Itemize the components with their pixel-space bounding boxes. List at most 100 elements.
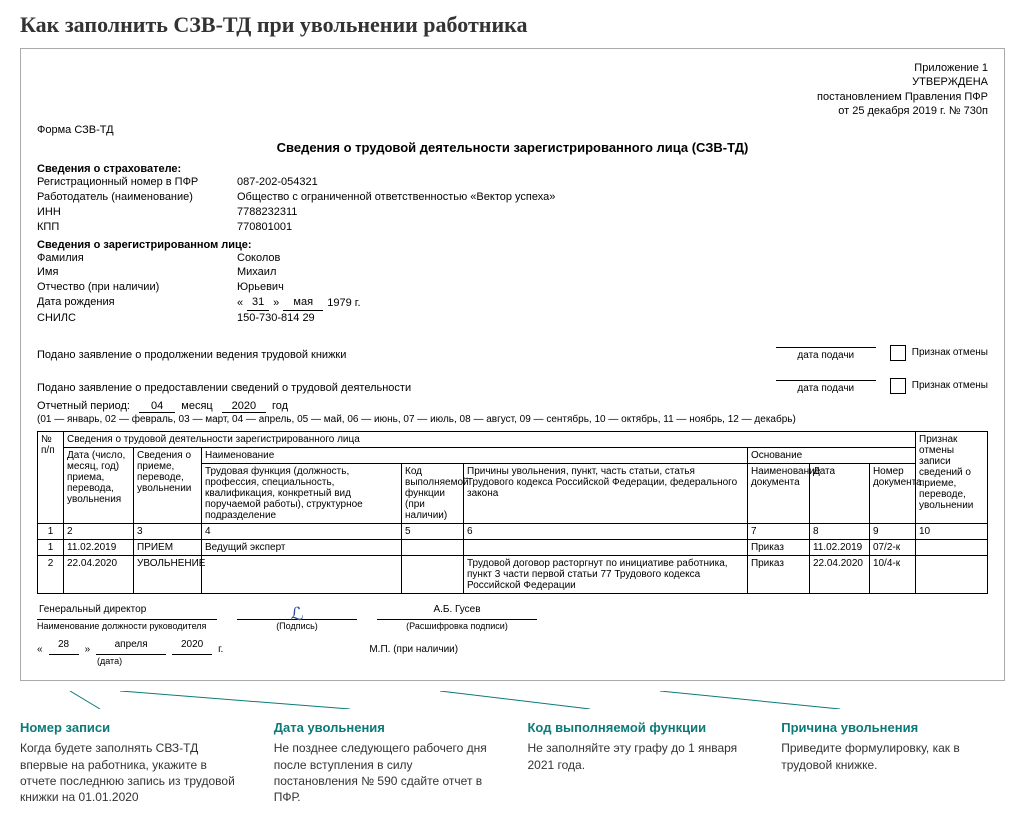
annotation-dismissal-date: Дата увольнения Не позднее следующего ра…	[274, 719, 498, 805]
colnum-3: 3	[134, 523, 202, 539]
hdr-reason: Причины увольнения, пункт, часть статьи,…	[464, 463, 748, 523]
cell-code	[402, 539, 464, 555]
colnum-9: 9	[869, 523, 915, 539]
cell-docnum: 10/4-к	[869, 555, 915, 593]
app2-cancel-label: Признак отмены	[912, 380, 988, 391]
form-title: Сведения о трудовой деятельности зарегис…	[37, 140, 988, 155]
report-year-value: 2020	[222, 400, 266, 413]
sig-date-under: (дата)	[97, 656, 988, 666]
colnum-5: 5	[402, 523, 464, 539]
report-year-label: год	[272, 400, 288, 412]
name-value: Михаил	[237, 265, 276, 280]
cell-cancel	[916, 555, 988, 593]
annotation-title: Код выполняемой функции	[528, 719, 752, 737]
app2-date-field	[776, 367, 876, 381]
report-period-label: Отчетный период:	[37, 400, 130, 412]
sig-decode-under: (Расшифровка подписи)	[406, 621, 508, 631]
reg-label: Регистрационный номер в ПФР	[37, 175, 237, 190]
annotation-dismissal-reason: Причина увольнения Приведите формулировк…	[781, 719, 1005, 805]
kpp-label: КПП	[37, 220, 237, 235]
hdr-func: Трудовая функция (должность, профессия, …	[202, 463, 402, 523]
sig-sign-under: (Подпись)	[276, 621, 318, 631]
dob-day: 31	[247, 295, 269, 311]
kpp-value: 770801001	[237, 220, 292, 235]
hdr-code: Код выполняемой функции (при наличии)	[402, 463, 464, 523]
report-period: Отчетный период: 04 месяц 2020 год	[37, 400, 988, 413]
cell-event: УВОЛЬНЕНИЕ	[134, 555, 202, 593]
colnum-4: 4	[202, 523, 402, 539]
hdr-docname: Наименование документа	[747, 463, 809, 523]
app1-date-field	[776, 334, 876, 348]
appendix-line: Приложение 1	[37, 61, 988, 75]
annotations-row: Номер записи Когда будете заполнять СВЗ-…	[0, 709, 1025, 825]
sig-position: Генеральный директор	[37, 604, 217, 620]
hdr-name: Наименование	[202, 447, 748, 463]
hdr-group: Сведения о трудовой деятельности зарегис…	[64, 431, 916, 447]
reg-value: 087-202-054321	[237, 175, 318, 190]
hdr-event: Сведения о приеме, переводе, увольнении	[134, 447, 202, 523]
section-person: Сведения о зарегистрированном лице:	[37, 239, 988, 251]
application2-text: Подано заявление о предоставлении сведен…	[37, 382, 431, 394]
snils-label: СНИЛС	[37, 311, 237, 326]
patronymic-label: Отчество (при наличии)	[37, 280, 237, 295]
patronymic-value: Юрьевич	[237, 280, 284, 295]
cell-event: ПРИЕМ	[134, 539, 202, 555]
surname-value: Соколов	[237, 251, 280, 266]
dob-year: 1979 г.	[327, 296, 360, 311]
cell-reason	[464, 539, 748, 555]
form-document: Приложение 1 УТВЕРЖДЕНА постановлением П…	[20, 48, 1005, 681]
cell-date: 11.02.2019	[64, 539, 134, 555]
annotation-body: Приведите формулировку, как в трудовой к…	[781, 740, 1005, 772]
hdr-basis: Основание	[747, 447, 915, 463]
report-month-label: месяц	[181, 400, 212, 412]
app1-cancel-label: Признак отмены	[912, 347, 988, 358]
connector-lines	[20, 691, 1005, 709]
sig-mp: М.П. (при наличии)	[369, 644, 458, 655]
annotation-body: Не заполняйте эту графу до 1 января 2021…	[528, 740, 752, 772]
cell-docdate: 11.02.2019	[809, 539, 869, 555]
cell-func: Ведущий эксперт	[202, 539, 402, 555]
signature-block: Генеральный директор Наименование должно…	[37, 604, 988, 666]
cell-date: 22.04.2020	[64, 555, 134, 593]
app1-date-label: дата подачи	[797, 350, 854, 361]
cell-cancel	[916, 539, 988, 555]
employer-value: Общество с ограниченной ответственностью…	[237, 190, 555, 205]
application1-text: Подано заявление о продолжении ведения т…	[37, 349, 366, 361]
cell-docnum: 07/2-к	[869, 539, 915, 555]
annotation-title: Дата увольнения	[274, 719, 498, 737]
hdr-docnum: Номер документа	[869, 463, 915, 523]
inn-label: ИНН	[37, 205, 237, 220]
app2-date-label: дата подачи	[797, 383, 854, 394]
colnum-1: 1	[38, 523, 64, 539]
cell-docdate: 22.04.2020	[809, 555, 869, 593]
app1-cancel-checkbox[interactable]	[890, 345, 906, 361]
colnum-7: 7	[747, 523, 809, 539]
hdr-cancel: Признак отмены записи сведений о приеме,…	[916, 431, 988, 523]
decree-line: постановлением Правления ПФР	[37, 90, 988, 104]
table-row: 2 22.04.2020 УВОЛЬНЕНИЕ Трудовой договор…	[38, 555, 988, 593]
sig-g: г.	[218, 644, 223, 655]
employer-label: Работодатель (наименование)	[37, 190, 237, 205]
sig-decode: А.Б. Гусев	[377, 604, 537, 620]
section-insurer: Сведения о страхователе:	[37, 163, 988, 175]
app2-cancel-checkbox[interactable]	[890, 378, 906, 394]
sig-day: 28	[49, 639, 79, 655]
cell-np: 1	[38, 539, 64, 555]
colnum-2: 2	[64, 523, 134, 539]
months-legend: (01 — январь, 02 — февраль, 03 — март, 0…	[37, 414, 988, 425]
page-title: Как заполнить СЗВ-ТД при увольнении рабо…	[0, 0, 1025, 48]
cell-docname: Приказ	[747, 555, 809, 593]
colnum-6: 6	[464, 523, 748, 539]
annotation-record-number: Номер записи Когда будете заполнять СВЗ-…	[20, 719, 244, 805]
sig-month: апреля	[96, 639, 166, 655]
annotation-title: Номер записи	[20, 719, 244, 737]
colnum-8: 8	[809, 523, 869, 539]
colnum-10: 10	[916, 523, 988, 539]
decree-date-line: от 25 декабря 2019 г. № 730п	[37, 104, 988, 118]
hdr-date: Дата (число, месяц, год) приема, перевод…	[64, 447, 134, 523]
sig-position-under: Наименование должности руководителя	[37, 621, 206, 631]
annotation-function-code: Код выполняемой функции Не заполняйте эт…	[528, 719, 752, 805]
snils-value: 150-730-814 29	[237, 311, 315, 326]
table-row: 1 11.02.2019 ПРИЕМ Ведущий эксперт Прика…	[38, 539, 988, 555]
inn-value: 7788232311	[237, 205, 297, 220]
